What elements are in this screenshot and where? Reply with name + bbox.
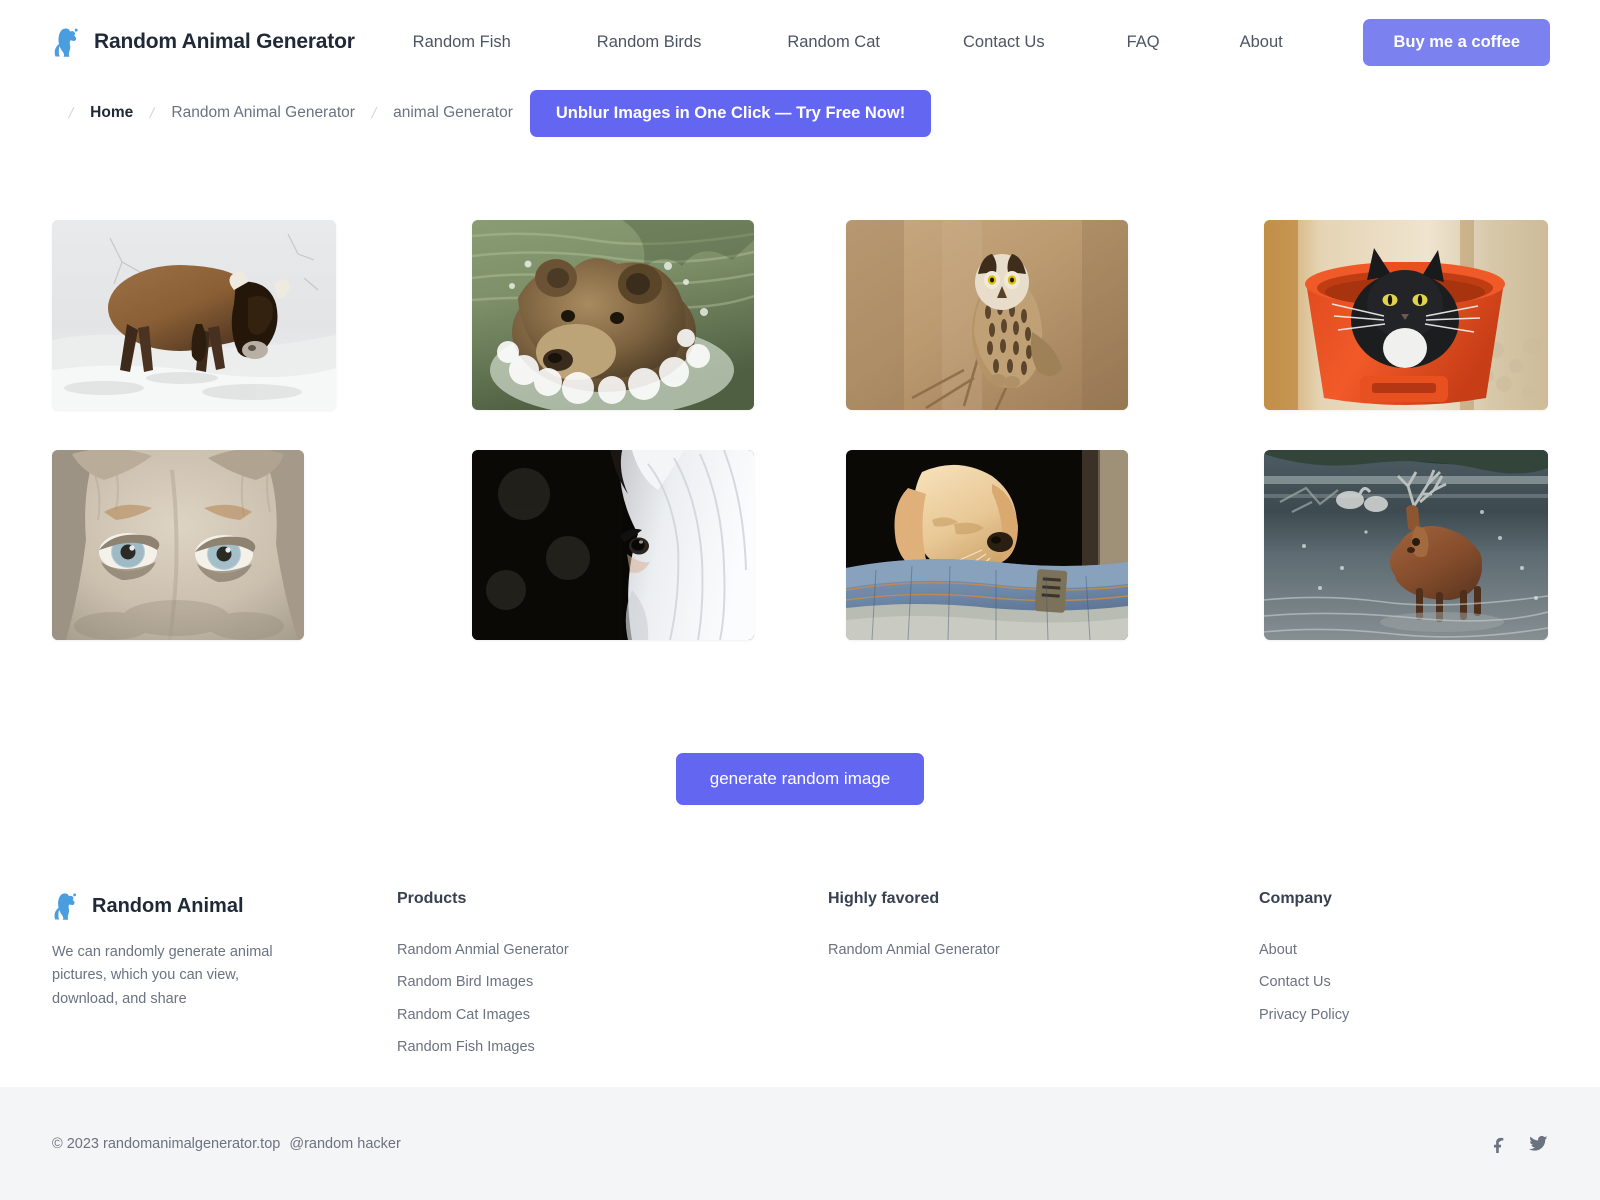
buy-me-a-coffee-button[interactable]: Buy me a coffee [1363,18,1550,66]
animal-image-deer-in-water[interactable] [1264,450,1548,640]
nav-item-random-fish[interactable]: Random Fish [413,27,511,58]
author-handle-link[interactable]: @random hacker [289,1136,400,1152]
footer-description: We can randomly generate animal pictures… [52,944,273,1007]
gallery-cell [1174,450,1548,640]
brand-name: Random Animal Generator [94,30,355,53]
generate-action-area: generate random image [0,753,1600,805]
footer-brand-column: Random Animal We can randomly generate a… [52,890,397,1069]
footer-heading-highly-favored: Highly favored [828,890,940,907]
footer-link-about[interactable]: About [1259,939,1349,962]
nav-item-about[interactable]: About [1240,27,1283,58]
facebook-icon[interactable] [1490,1134,1509,1153]
animal-image-owl[interactable] [846,220,1128,410]
gallery-row [52,220,1548,410]
footer-brand-name: Random Animal [92,894,244,917]
footer-link-random-cat-images[interactable]: Random Cat Images [397,1004,828,1027]
breadcrumb-separator: / [67,104,75,122]
breadcrumb-separator: / [148,104,157,122]
breadcrumb-item-home[interactable]: Home [90,104,133,122]
animal-image-puppy-in-jeans[interactable] [846,450,1128,640]
animal-image-bison[interactable] [52,220,336,410]
breadcrumb: / Home / Random Animal Generator / anima… [0,84,1600,142]
footer-column-company: Company About Contact Us Privacy Policy [1259,890,1349,1069]
site-footer: Random Animal We can randomly generate a… [0,890,1600,1069]
gallery-cell [800,220,1174,410]
footer-bottom-bar: © 2023 randomanimalgenerator.top @random… [0,1087,1600,1200]
generate-random-image-button[interactable]: generate random image [675,753,925,805]
gallery-cell [1174,220,1548,410]
footer-heading-company: Company [1259,890,1332,907]
main-navigation: Random Fish Random Birds Random Cat Cont… [413,18,1550,66]
footer-brand[interactable]: Random Animal [52,890,397,922]
gallery-cell [52,450,426,640]
footer-link-random-bird-images[interactable]: Random Bird Images [397,971,828,994]
squirrel-icon [54,893,76,920]
animal-image-white-horse[interactable] [472,450,754,640]
twitter-icon[interactable] [1529,1134,1548,1153]
breadcrumb-separator: / [370,104,378,122]
footer-heading-products: Products [397,890,467,907]
unblur-images-promo-button[interactable]: Unblur Images in One Click — Try Free No… [529,89,932,137]
footer-column-highly-favored: Highly favored Random Anmial Generator [828,890,1259,1069]
social-links [1490,1134,1548,1153]
copyright-text: © 2023 randomanimalgenerator.top [52,1135,281,1152]
gallery-cell [426,220,800,410]
breadcrumb-item-animal-generator[interactable]: animal Generator [393,104,513,122]
gallery-row [52,450,1548,640]
gallery-cell [426,450,800,640]
animal-image-bear[interactable] [472,220,754,410]
gallery-cell [52,220,426,410]
nav-item-contact-us[interactable]: Contact Us [963,27,1045,58]
footer-link-privacy-policy[interactable]: Privacy Policy [1259,1004,1349,1027]
nav-item-faq[interactable]: FAQ [1127,27,1160,58]
site-header: Random Animal Generator Random Fish Rand… [0,0,1600,84]
nav-item-random-birds[interactable]: Random Birds [597,27,702,58]
footer-column-products: Products Random Anmial Generator Random … [397,890,828,1069]
image-gallery [0,142,1600,640]
squirrel-icon [54,28,78,57]
footer-link-random-fish-images[interactable]: Random Fish Images [397,1036,828,1059]
animal-image-lion-eyes[interactable] [52,450,304,640]
footer-link-highly-favored-generator[interactable]: Random Anmial Generator [828,939,1259,962]
animal-image-cat-in-bucket[interactable] [1264,220,1548,410]
footer-link-random-anmial-generator[interactable]: Random Anmial Generator [397,939,828,962]
nav-item-random-cat[interactable]: Random Cat [787,27,880,58]
footer-link-contact-us[interactable]: Contact Us [1259,971,1349,994]
brand-logo-link[interactable]: Random Animal Generator [52,25,355,59]
gallery-cell [800,450,1174,640]
breadcrumb-item-random-animal-generator[interactable]: Random Animal Generator [171,104,355,122]
